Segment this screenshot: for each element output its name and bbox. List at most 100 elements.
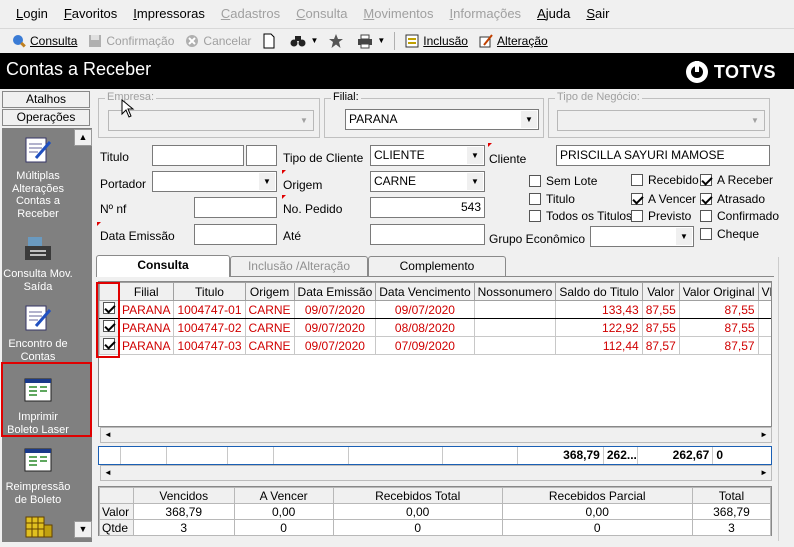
checkbox-label: Sem Lote [546,174,598,188]
column-header-saldo-titulo[interactable]: Saldo do Titulo [555,282,643,301]
printer-icon [357,33,373,49]
column-header-data-vencimento[interactable]: Data Vencimento [375,282,475,301]
sidebar-item-multiplas-alteracoes[interactable]: Múltiplas Alterações Contas a Receber [2,134,74,220]
checkbox-label: Atrasado [717,192,766,206]
new-document-button[interactable] [256,30,285,52]
table-row[interactable]: PARANA 1004747-01 CARNE 09/07/2020 09/07… [99,300,771,319]
sidebar-scroll-down[interactable]: ▼ [74,521,92,538]
nf-input[interactable] [194,197,277,218]
sidebar-item-coins[interactable] [2,511,74,547]
print-button[interactable]: ▼ [352,30,390,52]
sidebar-item-consulta-mov-saida[interactable]: Consulta Mov. Saída [2,232,74,293]
inclusao-button[interactable]: Inclusão [399,30,473,52]
titulo-input[interactable] [152,145,244,166]
cliente-input[interactable]: PRISCILLA SAYURI MAMOSE [556,145,770,166]
checkbox-previsto[interactable]: Previsto [631,209,691,223]
mouse-cursor-icon [121,99,135,118]
checkbox-label: Todos os Titulos [546,209,633,223]
new-document-icon [261,33,277,49]
cell-filial: PARANA [117,300,175,319]
operacoes-header[interactable]: Operações [2,109,90,126]
cell-nossonumero [473,300,557,319]
menu-login[interactable]: Login [8,2,56,26]
menu-consulta[interactable]: Consulta [288,2,355,26]
coins-icon [22,511,54,543]
atalhos-header[interactable]: Atalhos [2,91,90,108]
menu-favoritos[interactable]: Favoritos [56,2,125,26]
sidebar-scroll-up[interactable]: ▲ [74,129,92,146]
sidebar-item-reimpressao-de-boleto[interactable]: Reimpressão de Boleto [2,445,74,506]
empresa-select[interactable]: ▼ [108,110,314,131]
consulta-label: Consulta [30,33,78,48]
toolbar: Consulta Confirmação Cancelar ▼ ▼ Inclus… [0,28,794,52]
scroll-right-icon[interactable]: ► [757,466,771,480]
brand-name: TOTVS [713,61,776,82]
cancelar-button[interactable]: Cancelar [179,30,256,52]
dropdown-arrow-icon: ▼ [310,36,319,45]
cell-vl-recebido: 0, [757,336,771,355]
column-header-data-emissao[interactable]: Data Emissão [293,282,377,301]
scroll-left-icon[interactable]: ◄ [101,466,115,480]
table-row[interactable]: PARANA 1004747-02 CARNE 09/07/2020 08/08… [99,318,771,337]
binoculars-icon [290,33,306,49]
find-button[interactable]: ▼ [285,30,323,52]
cell-data-vencimento: 07/09/2020 [375,336,475,355]
ate-input[interactable] [370,224,485,245]
column-header-valor-original[interactable]: Valor Original [678,282,759,301]
menu-sair[interactable]: Sair [578,2,617,26]
tipo-cliente-select[interactable]: CLIENTE ▼ [370,145,485,166]
consulta-button[interactable]: Consulta [6,30,82,52]
column-header-nossonumero[interactable]: Nossonumero [473,282,557,301]
checkbox-label: Confirmado [717,209,780,223]
checkbox-todos-titulos[interactable]: Todos os Titulos [529,209,632,223]
scroll-right-icon[interactable]: ► [757,428,771,442]
grupo-economico-select[interactable]: ▼ [590,226,694,247]
column-header-origem[interactable]: Origem [244,282,295,301]
cell-data-vencimento: 08/08/2020 [375,318,475,337]
table-row[interactable]: PARANA 1004747-03 CARNE 09/07/2020 07/09… [99,336,771,355]
summary-header-vencidos: Vencidos [133,487,235,504]
menu-informacoes[interactable]: Informações [442,2,530,26]
cell-nossonumero [473,318,557,337]
totals-horizontal-scrollbar[interactable]: ◄ ► [100,465,772,481]
column-header-valor[interactable]: Valor [641,282,680,301]
menu-movimentos[interactable]: Movimentos [355,2,441,26]
checkbox-titulo[interactable]: Titulo [529,192,575,206]
checkbox-cheque[interactable]: Cheque [700,227,759,241]
alteracao-button[interactable]: Alteração [473,30,553,52]
grid-horizontal-scrollbar[interactable]: ◄ ► [100,427,772,443]
titulo-suffix-input[interactable] [246,145,277,166]
checkbox-atrasado[interactable]: Atrasado [700,192,765,206]
favorites-button[interactable] [323,30,352,52]
checkbox-a-receber[interactable]: A Receber [700,173,773,187]
main-vertical-scrollbar[interactable] [778,257,794,541]
menu-impressoras[interactable]: Impressoras [125,2,213,26]
summary-cell: 0 [501,519,693,536]
tab-inclusao-alteracao[interactable]: Inclusão /Alteração [230,256,368,276]
cell-valor-original: 87,55 [678,318,759,337]
filial-select[interactable]: PARANA ▼ [345,109,539,130]
column-header-titulo[interactable]: Titulo [173,282,246,301]
tab-complemento[interactable]: Complemento [368,256,506,276]
menu-ajuda[interactable]: Ajuda [529,2,578,26]
total-cell [349,447,443,464]
tipo-negocio-select[interactable]: ▼ [557,110,765,131]
cell-origem: CARNE [244,336,295,355]
tab-consulta[interactable]: Consulta [96,255,230,277]
checkbox-recebido[interactable]: Recebido [631,173,699,187]
emissao-input[interactable] [194,224,277,245]
column-header-filial[interactable]: Filial [117,282,175,301]
column-header-vl-recebido[interactable]: Vl Recebido [757,282,771,301]
checkbox-a-vencer[interactable]: A Vencer [631,192,696,206]
portador-select[interactable]: ▼ [152,171,277,192]
pedido-input[interactable]: 543 [370,197,485,218]
checkbox-confirmado[interactable]: Confirmado [700,209,779,223]
summary-cell: 3 [691,519,772,536]
sidebar-item-encontro-de-contas[interactable]: Encontro de Contas [2,302,74,363]
origem-select[interactable]: CARNE ▼ [370,171,485,192]
confirmacao-button[interactable]: Confirmação [82,30,179,52]
scroll-left-icon[interactable]: ◄ [101,428,115,442]
menu-cadastros[interactable]: Cadastros [213,2,288,26]
summary-header-corner [99,487,134,504]
checkbox-sem-lote[interactable]: Sem Lote [529,174,597,188]
